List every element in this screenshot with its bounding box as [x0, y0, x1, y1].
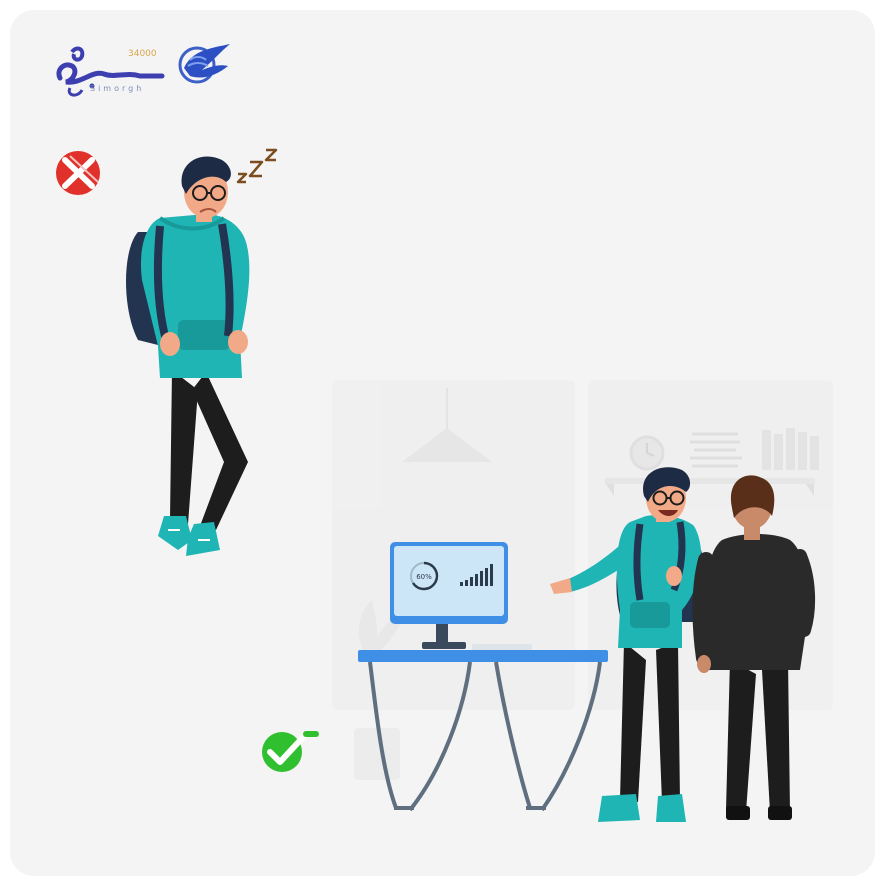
- green-check-icon: [262, 731, 319, 772]
- bored-student-figure: [126, 156, 250, 556]
- right-indicator: [262, 731, 319, 772]
- sleep-zzz-icon: [236, 148, 278, 184]
- red-x-icon: [56, 151, 100, 195]
- progress-label: 60%: [416, 573, 432, 581]
- wrong-indicator: [56, 151, 100, 195]
- scene-svg: 60%: [56, 148, 833, 822]
- illustration-card: 34000 Simorgh 60%: [10, 10, 875, 876]
